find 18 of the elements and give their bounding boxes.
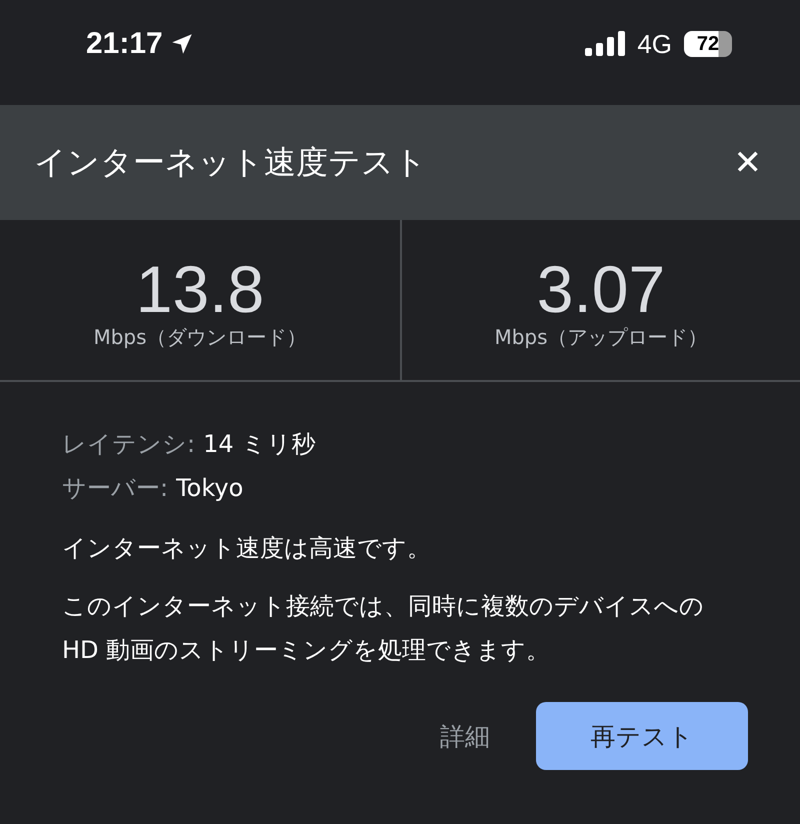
network-label: 4G	[637, 28, 672, 60]
battery-icon: 72	[684, 31, 732, 57]
description-text: このインターネット接続では、同時に複数のデバイスへの HD 動画のストリーミングを処理できます。	[62, 591, 705, 666]
status-time: 21:17	[86, 27, 163, 61]
info-value: 14 ミリ秒	[203, 429, 316, 460]
dialog-title: インターネット速度テスト	[34, 142, 427, 182]
speed-value: 13.8	[136, 254, 264, 324]
retest-button[interactable]: 再テスト	[536, 702, 748, 770]
close-button[interactable]: ✕	[730, 142, 766, 182]
summary-text: インターネット速度は高速です。	[62, 533, 432, 564]
info-label: レイテンシ:	[62, 429, 196, 460]
info-label: サーバー:	[62, 473, 168, 504]
details-button[interactable]: 詳細	[440, 702, 490, 770]
speed-value: 3.07	[536, 254, 666, 324]
info-value: Tokyo	[176, 473, 244, 504]
speed-unit: Mbps（アップロード）	[494, 324, 708, 350]
signal-icon	[585, 31, 626, 57]
speed-unit: Mbps（ダウンロード）	[93, 324, 307, 350]
